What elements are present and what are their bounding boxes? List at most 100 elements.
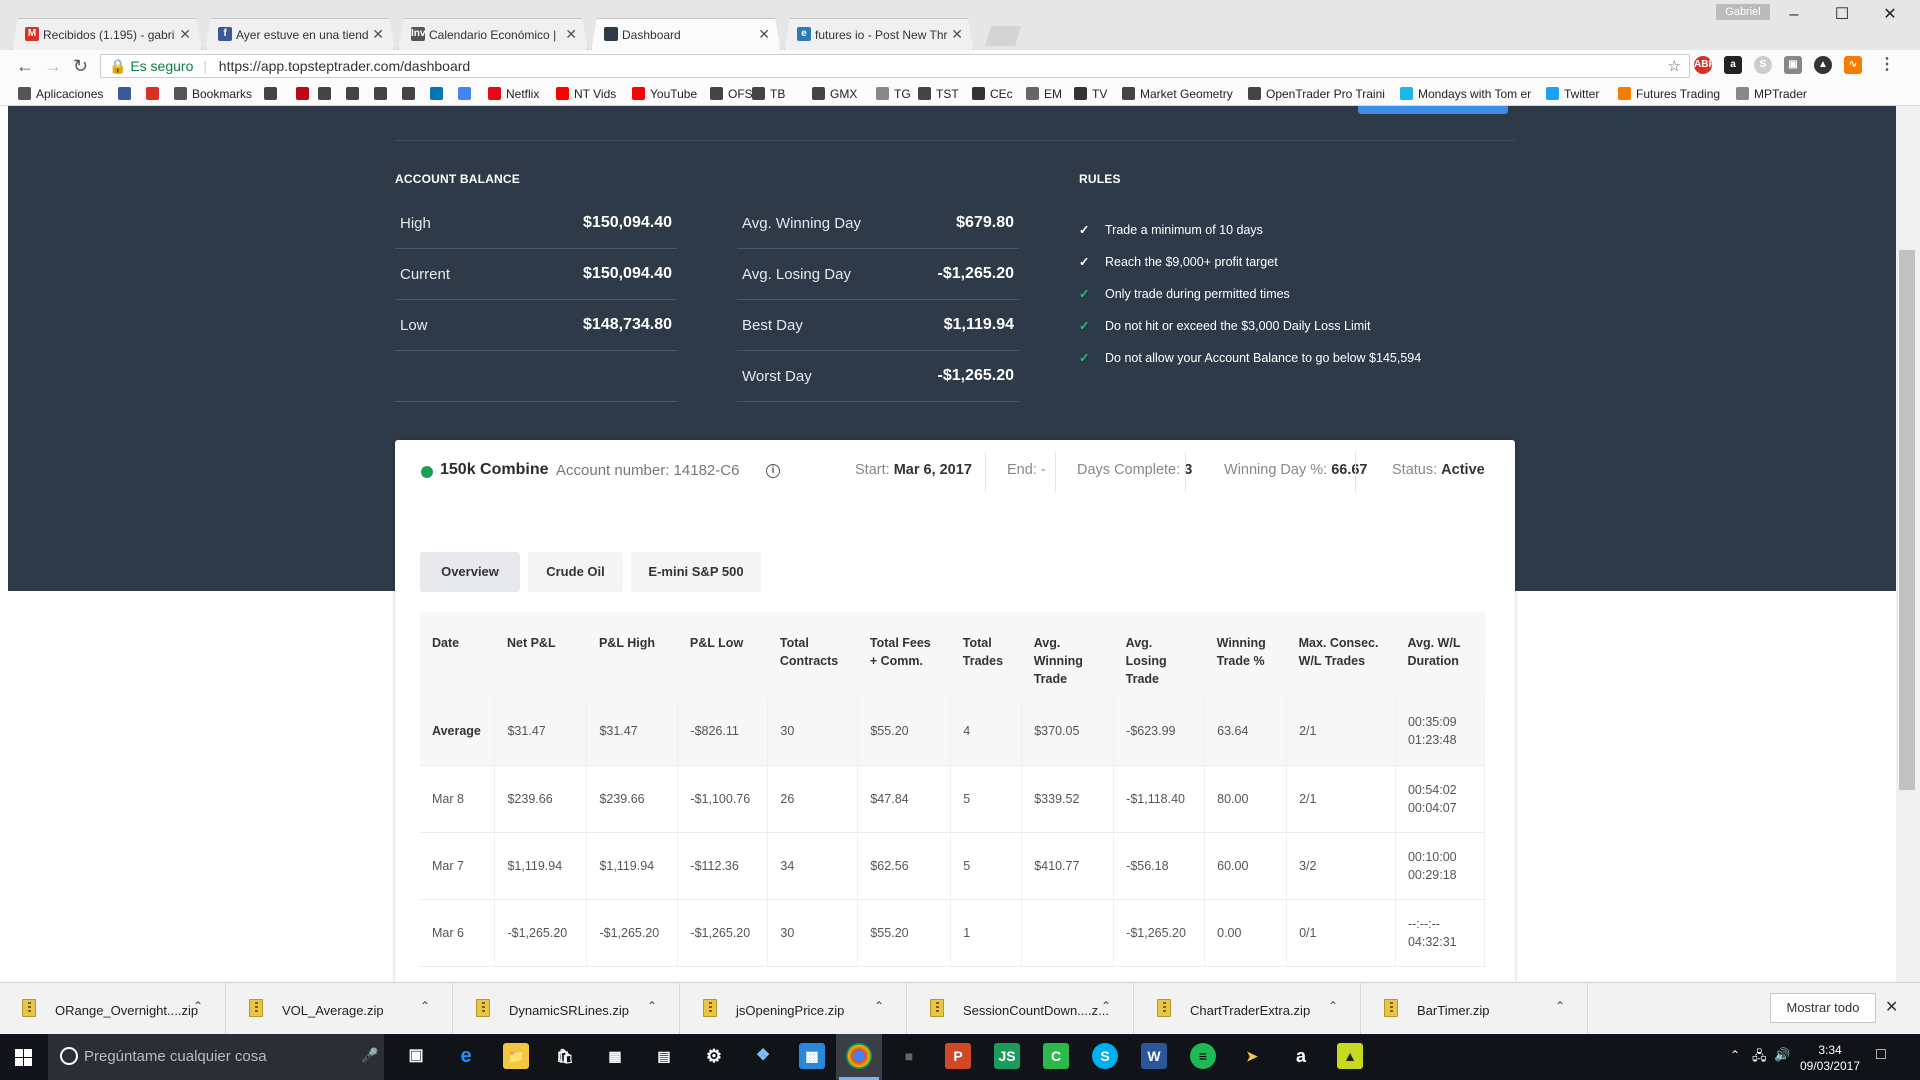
chrome-taskbar-icon[interactable] — [846, 1043, 872, 1069]
volume-icon[interactable]: 🔊 — [1774, 1047, 1790, 1063]
ninjatrader-icon[interactable]: ▲ — [1337, 1043, 1363, 1069]
forward-arrow-icon[interactable]: → — [44, 56, 62, 76]
windows-start-icon[interactable] — [0, 1034, 46, 1080]
tab-close-icon[interactable]: ✕ — [951, 26, 963, 43]
maximize-button[interactable]: ☐ — [1822, 4, 1862, 26]
powerpoint-icon[interactable]: P — [945, 1043, 971, 1069]
tab-overview[interactable]: Overview — [420, 552, 520, 592]
scrollbar-thumb[interactable] — [1899, 250, 1915, 790]
spotify-icon[interactable]: ≡ — [1190, 1043, 1216, 1069]
download-item[interactable]: jsOpeningPrice.zip ⌃ — [681, 983, 907, 1035]
close-shelf-icon[interactable]: ✕ — [1885, 997, 1898, 1017]
chevron-up-icon[interactable]: ⌃ — [420, 999, 430, 1013]
top-action-button[interactable] — [1358, 106, 1508, 114]
minimize-button[interactable]: – — [1774, 4, 1814, 26]
bookmark-item[interactable]: Netflix — [488, 87, 539, 101]
cashflow-app-icon[interactable]: C — [1043, 1043, 1069, 1069]
bookmark-item[interactable]: Mondays with Tom er — [1400, 87, 1531, 101]
chevron-up-icon[interactable]: ⌃ — [1328, 999, 1338, 1013]
tab-emini-sp500[interactable]: E-mini S&P 500 — [631, 552, 761, 592]
download-item[interactable]: SessionCountDown....z... ⌃ — [908, 983, 1134, 1035]
bookmark-item[interactable]: OpenTrader Pro Traini — [1248, 87, 1385, 101]
column-header[interactable]: Total Contracts — [767, 612, 858, 698]
tab-close-icon[interactable]: ✕ — [179, 26, 191, 43]
chevron-up-icon[interactable]: ⌃ — [1555, 999, 1565, 1013]
tray-chevron-icon[interactable]: ⌃ — [1730, 1048, 1740, 1062]
chevron-up-icon[interactable]: ⌃ — [1101, 999, 1111, 1013]
bookmark-item[interactable] — [318, 87, 336, 101]
cortana-search-box[interactable]: Pregúntame cualquier cosa 🎤 — [48, 1034, 384, 1080]
column-header[interactable]: Date — [420, 612, 495, 698]
bookmark-item[interactable]: YouTube — [632, 87, 697, 101]
column-header[interactable]: Max. Consec. W/L Trades — [1286, 612, 1396, 698]
extension-icon[interactable]: ▣ — [1784, 56, 1802, 74]
tab-close-icon[interactable]: ✕ — [758, 26, 770, 43]
bookmark-item[interactable] — [146, 87, 164, 101]
js-app-icon[interactable]: JS — [994, 1043, 1020, 1069]
tab-crude-oil[interactable]: Crude Oil — [528, 552, 623, 592]
column-header[interactable]: Net P&L — [494, 612, 587, 698]
column-header[interactable]: Total Fees + Comm. — [857, 612, 951, 698]
bookmark-star-icon[interactable]: ☆ — [1668, 57, 1681, 75]
browser-tab[interactable]: Inv Calendario Económico | ✕ — [398, 18, 588, 50]
bookmark-item[interactable] — [430, 87, 448, 101]
bookmark-item[interactable] — [264, 87, 282, 101]
microphone-icon[interactable]: 🎤 — [361, 1047, 378, 1064]
tab-close-icon[interactable]: ✕ — [372, 26, 384, 43]
download-item[interactable]: ChartTraderExtra.zip ⌃ — [1135, 983, 1361, 1035]
action-center-icon[interactable]: □ — [1876, 1046, 1886, 1064]
app-icon[interactable]: ❖ — [750, 1043, 776, 1069]
bookmark-item[interactable]: TG — [876, 87, 911, 101]
calendar-icon[interactable]: ▤ — [651, 1043, 677, 1069]
reload-icon[interactable]: ↻ — [73, 56, 88, 76]
bookmark-item[interactable] — [296, 87, 314, 101]
adblock-icon[interactable]: ABP — [1694, 56, 1715, 74]
store-icon[interactable]: 🛍 — [552, 1043, 578, 1069]
info-icon[interactable]: i — [766, 464, 780, 478]
bookmark-item[interactable]: MPTrader — [1736, 87, 1807, 101]
profile-button[interactable]: Gabriel — [1716, 4, 1770, 20]
chevron-up-icon[interactable]: ⌃ — [193, 999, 203, 1013]
file-explorer-icon[interactable]: 📁 — [503, 1043, 529, 1069]
address-bar[interactable]: 🔒 Es seguro | https://app.topsteptrader.… — [100, 54, 1690, 78]
browser-tab[interactable]: f Ayer estuve en una tiend ✕ — [205, 18, 395, 50]
browser-tab[interactable]: Dashboard ✕ — [591, 18, 781, 51]
bookmark-item[interactable] — [374, 87, 392, 101]
skype-extension-icon[interactable]: S — [1754, 56, 1772, 74]
download-item[interactable]: ORange_Overnight....zip ⌃ — [0, 983, 226, 1035]
bookmark-item[interactable]: EM — [1026, 87, 1062, 101]
chevron-up-icon[interactable]: ⌃ — [874, 999, 884, 1013]
bookmark-item[interactable]: CEc — [972, 87, 1013, 101]
bookmark-item[interactable] — [346, 87, 364, 101]
app-icon[interactable]: ■ — [896, 1043, 922, 1069]
column-header[interactable]: Total Trades — [950, 612, 1022, 698]
network-icon[interactable]: 🖧 — [1752, 1047, 1767, 1069]
task-view-icon[interactable]: ▣ — [403, 1043, 429, 1069]
bookmark-item[interactable] — [458, 87, 476, 101]
rss-icon[interactable]: ∿ — [1844, 56, 1862, 74]
bookmark-item[interactable]: GMX — [812, 87, 857, 101]
column-header[interactable]: Winning Trade % — [1204, 612, 1287, 698]
bookmark-item[interactable]: TB — [752, 87, 785, 101]
download-item[interactable]: DynamicSRLines.zip ⌃ — [454, 983, 680, 1035]
column-header[interactable]: Avg. Winning Trade — [1021, 612, 1114, 698]
show-all-downloads-button[interactable]: Mostrar todo — [1770, 993, 1876, 1023]
bookmark-item[interactable] — [402, 87, 420, 101]
amazon-taskbar-icon[interactable]: a — [1288, 1043, 1314, 1069]
new-tab-button[interactable] — [985, 26, 1021, 46]
tab-close-icon[interactable]: ✕ — [565, 26, 577, 43]
clock[interactable]: 3:34 09/03/2017 — [1790, 1042, 1870, 1074]
chevron-up-icon[interactable]: ⌃ — [647, 999, 657, 1013]
bookmark-item[interactable]: OFS — [710, 87, 753, 101]
amazon-icon[interactable]: a — [1724, 56, 1742, 74]
browser-tab[interactable]: M Recibidos (1.195) - gabri ✕ — [12, 18, 202, 50]
bookmark-item[interactable] — [118, 87, 136, 101]
column-header[interactable]: Avg. W/L Duration — [1395, 612, 1485, 698]
calculator-icon[interactable]: ▦ — [602, 1043, 628, 1069]
edge-browser-icon[interactable]: e — [453, 1043, 479, 1069]
bookmark-item[interactable]: Aplicaciones — [18, 87, 103, 101]
back-arrow-icon[interactable]: ← — [16, 56, 34, 76]
bookmark-item[interactable]: TV — [1074, 87, 1107, 101]
app-icon[interactable]: ➤ — [1239, 1043, 1265, 1069]
download-item[interactable]: BarTimer.zip ⌃ — [1362, 983, 1588, 1035]
